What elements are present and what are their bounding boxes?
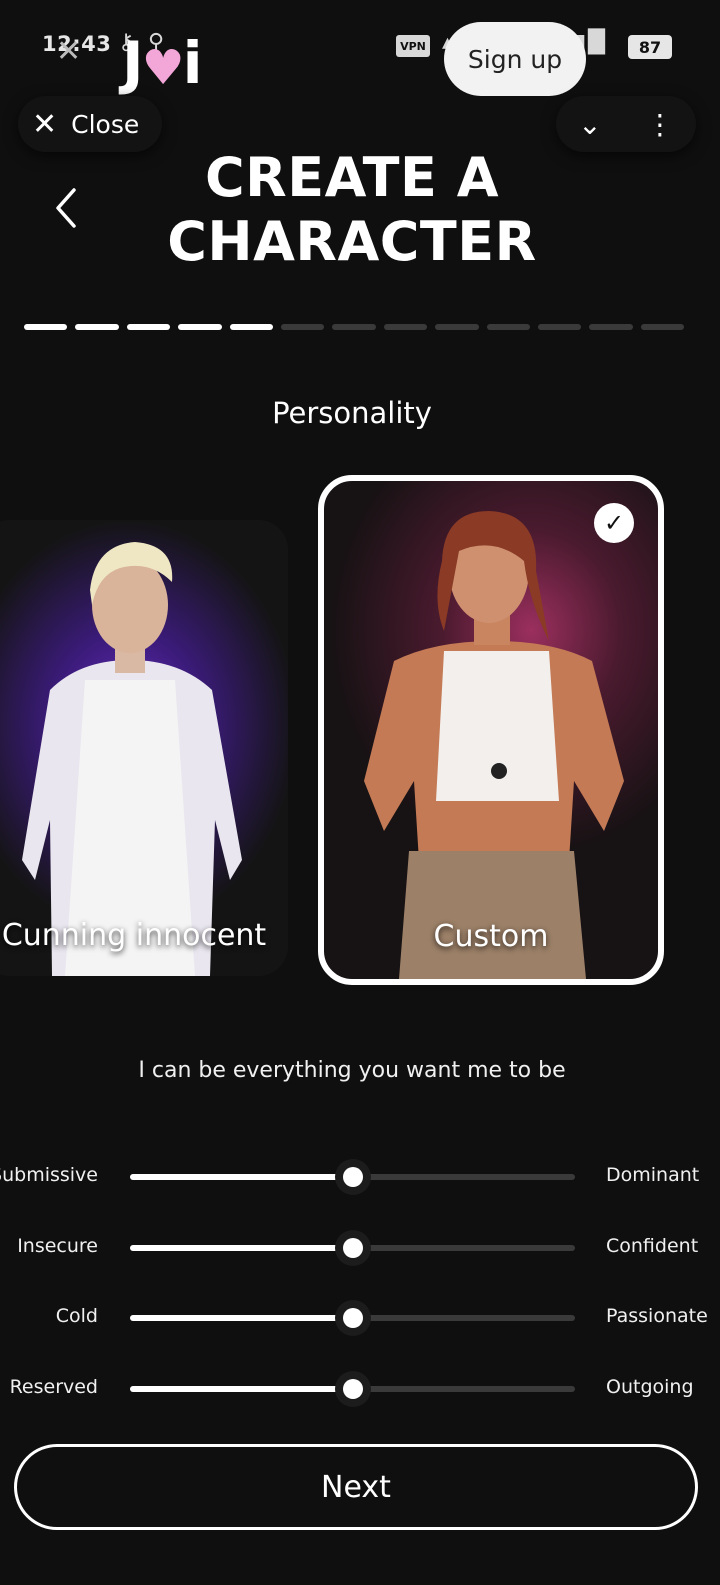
- title-line-1: CREATE A: [204, 146, 499, 209]
- chevron-down-icon[interactable]: ⌄: [578, 108, 601, 141]
- personality-card-cunning-innocent[interactable]: Cunning innocent: [0, 520, 288, 976]
- browser-menu: ⌄ ⋮: [556, 96, 696, 152]
- slider-track[interactable]: [130, 1300, 575, 1336]
- card-label: Custom: [433, 919, 549, 954]
- signup-button[interactable]: Sign up: [444, 22, 586, 96]
- slider-max-label: Confident: [606, 1235, 699, 1257]
- progress-segment: [537, 324, 582, 330]
- progress-segment: [126, 324, 171, 330]
- app-logo: J ♥ i: [122, 29, 203, 97]
- slider-min-label: Cold: [55, 1305, 98, 1327]
- progress-segment: [75, 324, 119, 330]
- page-title: CREATE A CHARACTER: [120, 146, 584, 274]
- progress-segment: [640, 324, 685, 330]
- personality-description: I can be everything you want me to be: [138, 1058, 566, 1083]
- character-portrait: [364, 511, 624, 979]
- slider-fill: [130, 1386, 353, 1392]
- close-label: Close: [71, 109, 140, 139]
- back-chevron-icon[interactable]: [50, 184, 84, 232]
- progress-segment: [589, 324, 633, 330]
- progress-segment: [383, 324, 428, 330]
- title-line-2: CHARACTER: [167, 210, 537, 273]
- next-button[interactable]: Next: [14, 1444, 698, 1530]
- slider-max-label: Outgoing: [606, 1376, 694, 1398]
- slider-thumb[interactable]: [334, 1371, 371, 1407]
- personality-card-custom[interactable]: Custom: [318, 475, 664, 985]
- slider-reserved-outgoing: Reserved Outgoing: [0, 1368, 720, 1408]
- slider-track[interactable]: [130, 1230, 575, 1266]
- progress-segment: [486, 324, 530, 330]
- slider-min-label: Reserved: [9, 1376, 98, 1398]
- close-button[interactable]: ✕ Close: [18, 96, 162, 152]
- slider-track[interactable]: [130, 1371, 575, 1407]
- battery-level: 87: [638, 37, 662, 57]
- progress-segment: [280, 324, 325, 330]
- progress-segment: [178, 324, 222, 330]
- heart-icon: ♥: [141, 40, 185, 96]
- checkmark-icon: ✓: [594, 503, 634, 543]
- slider-insecure-confident: Insecure Confident: [0, 1227, 720, 1267]
- more-options-icon[interactable]: ⋮: [646, 108, 674, 141]
- step-progress: [24, 324, 685, 330]
- slider-min-label: Insecure: [17, 1235, 98, 1257]
- close-icon: ✕: [32, 106, 58, 142]
- slider-cold-passionate: Cold Passionate: [0, 1297, 720, 1337]
- vpn-icon: VPN: [396, 35, 430, 57]
- slider-fill: [130, 1315, 353, 1321]
- progress-segment: [332, 324, 376, 330]
- progress-segment: [229, 324, 273, 330]
- slider-fill: [130, 1245, 353, 1251]
- slider-thumb[interactable]: [334, 1300, 371, 1336]
- progress-segment: [24, 324, 68, 330]
- card-label: Cunning innocent: [1, 918, 267, 953]
- progress-segment: [435, 324, 479, 330]
- character-portrait: [22, 542, 242, 976]
- slider-max-label: Passionate: [606, 1305, 708, 1327]
- section-title: Personality: [272, 396, 432, 430]
- slider-submissive-dominant: Submissive Dominant: [0, 1156, 720, 1196]
- slider-fill: [130, 1174, 353, 1180]
- slider-track[interactable]: [130, 1159, 575, 1195]
- slider-max-label: Dominant: [606, 1164, 700, 1186]
- slider-thumb[interactable]: [334, 1230, 371, 1266]
- slider-min-label: Submissive: [0, 1164, 98, 1186]
- slider-thumb[interactable]: [334, 1159, 371, 1195]
- battery-icon: 87: [628, 35, 672, 59]
- dismiss-icon[interactable]: ✕: [56, 34, 81, 69]
